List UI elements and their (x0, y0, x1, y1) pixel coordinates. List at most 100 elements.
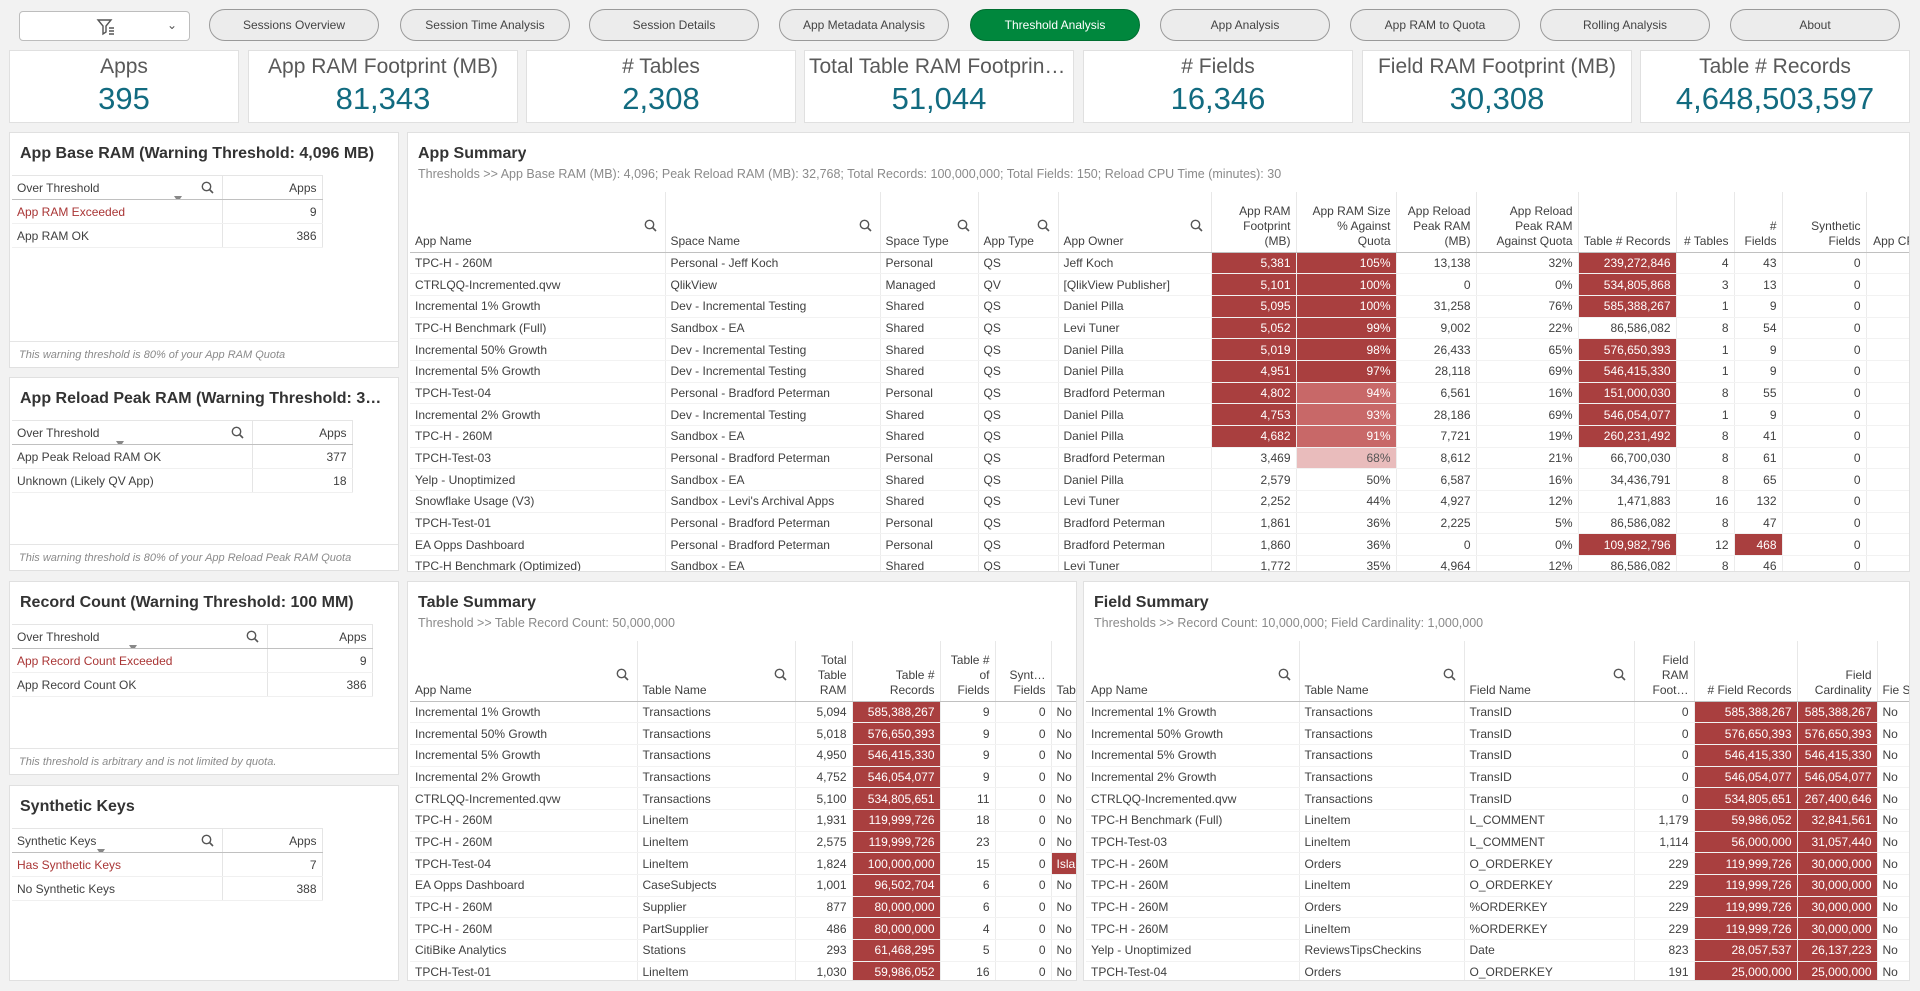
cell-app-name[interactable]: TPCH-Test-04 (410, 852, 638, 875)
table-row[interactable]: Unknown (Likely QV App) 18 (12, 468, 353, 493)
cell-field-name[interactable]: O_ORDERKEY (1464, 874, 1635, 897)
cell-table-name[interactable]: Orders (1299, 852, 1465, 875)
cell-app-name[interactable]: Yelp - Unoptimized (1086, 939, 1300, 962)
table-row[interactable]: TPCH-Test-03 Personal - Bradford Peterman… (410, 447, 1909, 470)
col-app-name[interactable]: App Name (410, 192, 666, 253)
cell-fie-syn[interactable]: No (1877, 766, 1909, 789)
cell-space-name[interactable]: Dev - Incremental Testing (665, 295, 881, 318)
cell-app-type[interactable]: QS (978, 425, 1059, 448)
cell-app-name[interactable]: Incremental 50% Growth (410, 722, 638, 745)
cell-fie-syn[interactable]: No (1877, 701, 1909, 724)
table-row[interactable]: TPC-H - 260M Orders O_ORDERKEY 229 119,999,7… (1086, 852, 1909, 875)
col-table-name[interactable]: Table Name (1299, 641, 1465, 702)
cell-app-name[interactable]: CitiBike Analytics (410, 939, 638, 962)
cell-app-name[interactable]: TPCH-Test-01 (410, 961, 638, 980)
cell-table-name[interactable]: Transactions (1299, 766, 1465, 789)
cell-table-name[interactable]: Supplier (637, 896, 796, 919)
table-row[interactable]: Incremental 5% Growth Transactions TransID… (1086, 744, 1909, 767)
cell-tab-isla[interactable]: No (1051, 917, 1076, 941)
cell-app-name[interactable]: EA Opps Dashboard (410, 533, 666, 557)
cell-space-type[interactable]: Shared (880, 360, 979, 383)
cell-app-type[interactable]: QS (978, 338, 1059, 361)
cell-app-name[interactable]: TPC-H - 260M (1086, 874, 1300, 897)
cell-app-type[interactable]: QS (978, 447, 1059, 470)
cell-app-name[interactable]: TPC-H - 260M (1086, 917, 1300, 941)
table-row[interactable]: TPCH-Test-01 LineItem 1,030 59,986,052 16 0 No (410, 961, 1076, 980)
col-table-records[interactable]: Table # Records (852, 641, 941, 702)
cell-space-name[interactable]: Sandbox - EA (665, 425, 881, 448)
cell-table-name[interactable]: ReviewsTipsCheckins (1299, 939, 1465, 962)
cell-space-type[interactable]: Personal (880, 533, 979, 557)
col-app-ram-footprint-mb[interactable]: App RAM Footprint (MB) (1211, 192, 1297, 253)
table-row[interactable]: TPC-H - 260M Supplier 877 80,000,000 6 0 No (410, 896, 1076, 919)
cell-space-name[interactable]: QlikView (665, 273, 881, 296)
cell-space-name[interactable]: Sandbox - Levi's Archival Apps (665, 490, 881, 513)
search-icon[interactable] (1613, 668, 1626, 681)
kpi-tables[interactable]: # Tables 2,308 (526, 50, 796, 123)
table-row[interactable]: TPC-H - 260M LineItem 1,931 119,999,726 18 0 N… (410, 809, 1076, 832)
cell-app-owner[interactable]: Daniel Pilla (1058, 425, 1212, 448)
col-apps[interactable]: Apps (222, 828, 323, 853)
cell-fie-syn[interactable]: No (1877, 852, 1909, 875)
col-total-table-ram[interactable]: Total Table RAM (795, 641, 853, 702)
cell-table-name[interactable]: Orders (1299, 896, 1465, 919)
cell-app-owner[interactable]: Levi Tuner (1058, 317, 1212, 340)
cell-field-name[interactable]: TransID (1464, 744, 1635, 767)
col-table-of-fields[interactable]: Table # of Fields (940, 641, 996, 702)
col-app-owner[interactable]: App Owner (1058, 192, 1212, 253)
cell-app-owner[interactable]: Daniel Pilla (1058, 295, 1212, 318)
cell-tab-isla[interactable]: No (1051, 701, 1076, 724)
cell-app-owner[interactable]: Daniel Pilla (1058, 403, 1212, 426)
cell-tab-isla[interactable]: No (1051, 787, 1076, 810)
table-row[interactable]: TPC-H - 260M PartSupplier 486 80,000,000 4 0 N… (410, 917, 1076, 941)
table-row[interactable]: EA Opps Dashboard CaseSubjects 1,001 96,502… (410, 874, 1076, 897)
cell-field-name[interactable]: TransID (1464, 766, 1635, 789)
table-row[interactable]: App Peak Reload RAM OK 377 (12, 444, 353, 469)
cell-fie-syn[interactable]: No (1877, 939, 1909, 962)
table-row[interactable]: App RAM Exceeded 9 (12, 199, 323, 224)
row-label[interactable]: Unknown (Likely QV App) (12, 468, 253, 493)
cell-fie-syn[interactable]: No (1877, 874, 1909, 897)
row-label[interactable]: App Record Count Exceeded (12, 648, 268, 673)
kpi-apps[interactable]: Apps 395 (9, 50, 239, 123)
table-row[interactable]: CTRLQQ-Incremented.qvw Transactions TransI… (1086, 787, 1909, 810)
col-table-records[interactable]: Table # Records (1578, 192, 1677, 253)
table-row[interactable]: CTRLQQ-Incremented.qvw Transactions 5,100 5… (410, 787, 1076, 810)
cell-space-name[interactable]: Sandbox - EA (665, 468, 881, 492)
cell-space-type[interactable]: Personal (880, 252, 979, 275)
cell-space-type[interactable]: Shared (880, 555, 979, 571)
cell-app-name[interactable]: Snowflake Usage (V3) (410, 490, 666, 513)
cell-table-name[interactable]: Transactions (1299, 722, 1465, 745)
table-row[interactable]: CTRLQQ-Incremented.qvw QlikView Managed QV[… (410, 273, 1909, 296)
cell-app-name[interactable]: TPC-H - 260M (410, 252, 666, 275)
cell-table-name[interactable]: LineItem (1299, 831, 1465, 854)
table-row[interactable]: Incremental 50% Growth Transactions TransI… (1086, 722, 1909, 745)
cell-tab-isla[interactable]: No (1051, 939, 1076, 962)
cell-fie-syn[interactable]: No (1877, 722, 1909, 745)
kpi-field-ram-footprint[interactable]: Field RAM Footprint (MB) 30,308 (1362, 50, 1632, 123)
col-app-cpu-reload[interactable]: App CPU Reload (1866, 192, 1909, 253)
cell-app-name[interactable]: TPCH-Test-01 (410, 512, 666, 535)
table-row[interactable]: Incremental 5% Growth Dev - Incremental T… (410, 360, 1909, 383)
cell-table-name[interactable]: LineItem (1299, 874, 1465, 897)
cell-tab-isla[interactable]: No (1051, 831, 1076, 854)
cell-fie-syn[interactable]: No (1877, 961, 1909, 980)
cell-app-name[interactable]: TPC-H - 260M (410, 809, 638, 832)
col-app-ram-size-against-quota[interactable]: App RAM Size % Against Quota (1296, 192, 1397, 253)
cell-app-owner[interactable]: Bradford Peterman (1058, 533, 1212, 557)
cell-field-name[interactable]: Date (1464, 939, 1635, 962)
table-row[interactable]: TPC-H - 260M Personal - Jeff Koch Personal… (410, 252, 1909, 275)
cell-app-type[interactable]: QS (978, 382, 1059, 405)
table-row[interactable]: App Record Count OK 386 (12, 672, 373, 697)
cell-app-name[interactable]: Incremental 50% Growth (1086, 722, 1300, 745)
table-row[interactable]: Incremental 1% Growth Transactions TransID… (1086, 701, 1909, 724)
cell-space-type[interactable]: Shared (880, 403, 979, 426)
tab-app-ram-to-quota[interactable]: App RAM to Quota (1350, 9, 1520, 41)
cell-app-type[interactable]: QS (978, 360, 1059, 383)
table-row[interactable]: Incremental 2% Growth Transactions TransID… (1086, 766, 1909, 789)
table-row[interactable]: TPC-H Benchmark (Full) LineItem L_COMMENT 1… (1086, 809, 1909, 832)
col-apps[interactable]: Apps (267, 624, 373, 649)
cell-table-name[interactable]: LineItem (1299, 809, 1465, 832)
col-synthetic-fields[interactable]: Synthetic Fields (1782, 192, 1867, 253)
col-tab-isla[interactable]: Tab Isla (1051, 641, 1076, 702)
